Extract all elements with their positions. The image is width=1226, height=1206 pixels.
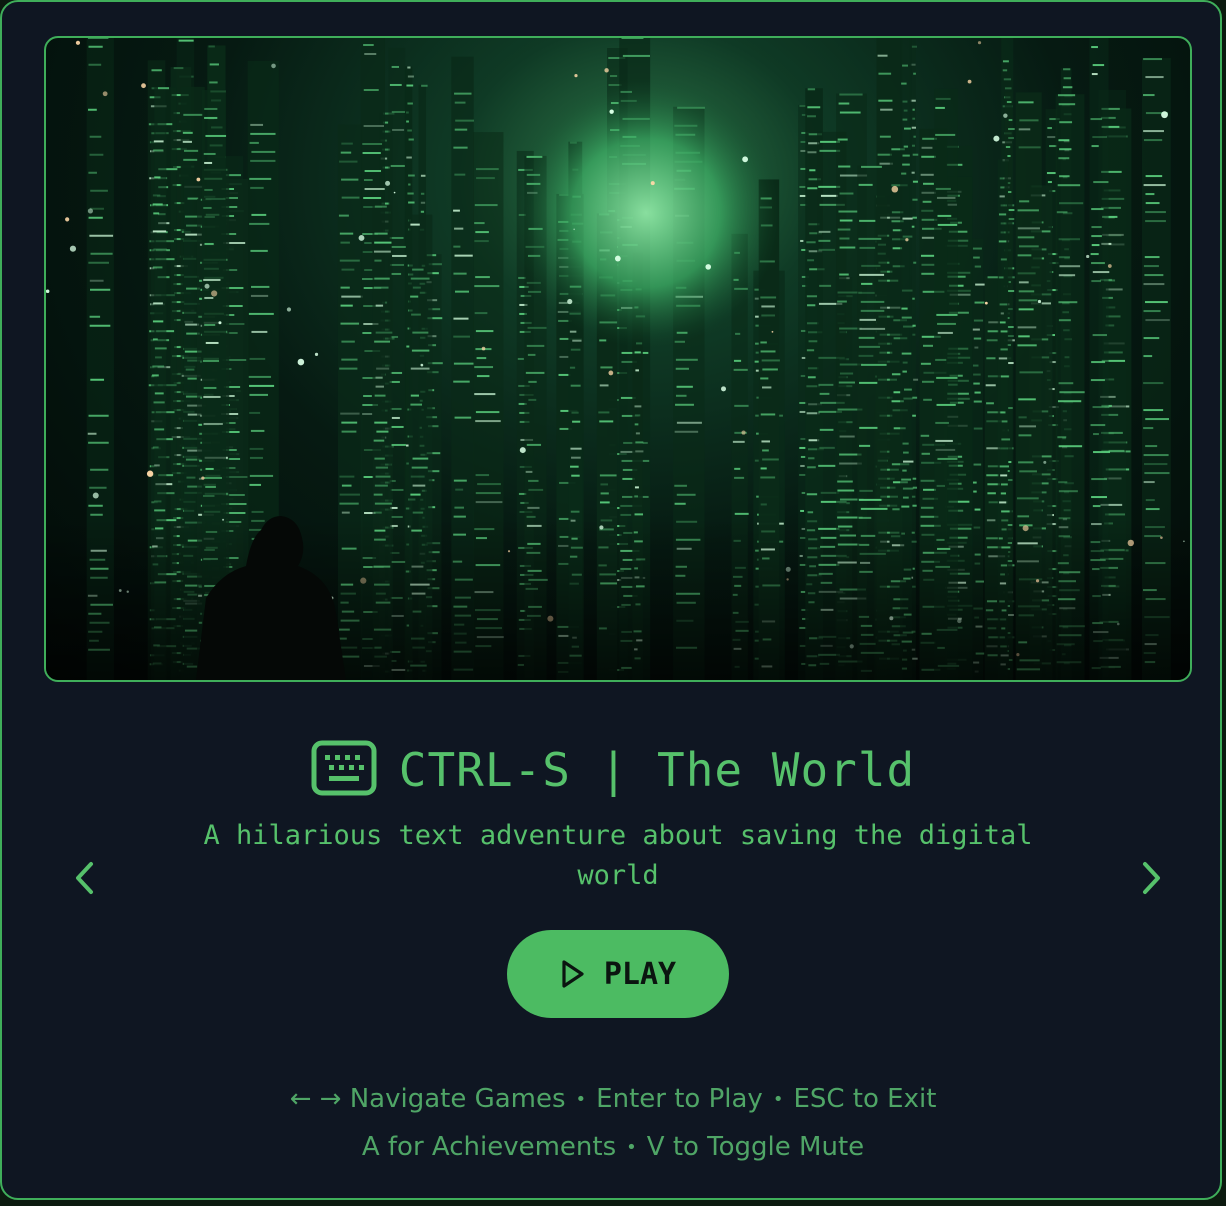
help-exit: ESC to Exit [793, 1084, 937, 1114]
play-button-label: PLAY [603, 956, 677, 992]
game-card: CTRL-S | The World A hilarious text adve… [0, 0, 1222, 1200]
keyboard-help-line-2: A for Achievements • V to Toggle Mute [361, 1132, 865, 1162]
game-description: A hilarious text adventure about saving … [203, 820, 1033, 891]
help-mute: V to Toggle Mute [646, 1132, 865, 1162]
game-title: CTRL-S | The World [398, 743, 916, 797]
cover-artwork [46, 38, 1190, 680]
keyboard-help-line-1: ← → Navigate Games • Enter to Play • ESC to … [289, 1084, 937, 1114]
play-icon [562, 960, 584, 988]
game-title-row: CTRL-S | The World [2, 738, 1224, 802]
keyboard-icon [311, 740, 377, 801]
game-cover-image [44, 36, 1192, 682]
previous-game-button[interactable] [64, 858, 104, 898]
chevron-right-icon [1143, 862, 1160, 894]
chevron-left-icon [76, 862, 93, 894]
help-navigate: ← → Navigate Games [289, 1084, 566, 1114]
help-play: Enter to Play [596, 1084, 763, 1114]
play-button[interactable]: PLAY [507, 930, 729, 1018]
help-achievements: A for Achievements [361, 1132, 617, 1162]
next-game-button[interactable] [1132, 858, 1172, 898]
